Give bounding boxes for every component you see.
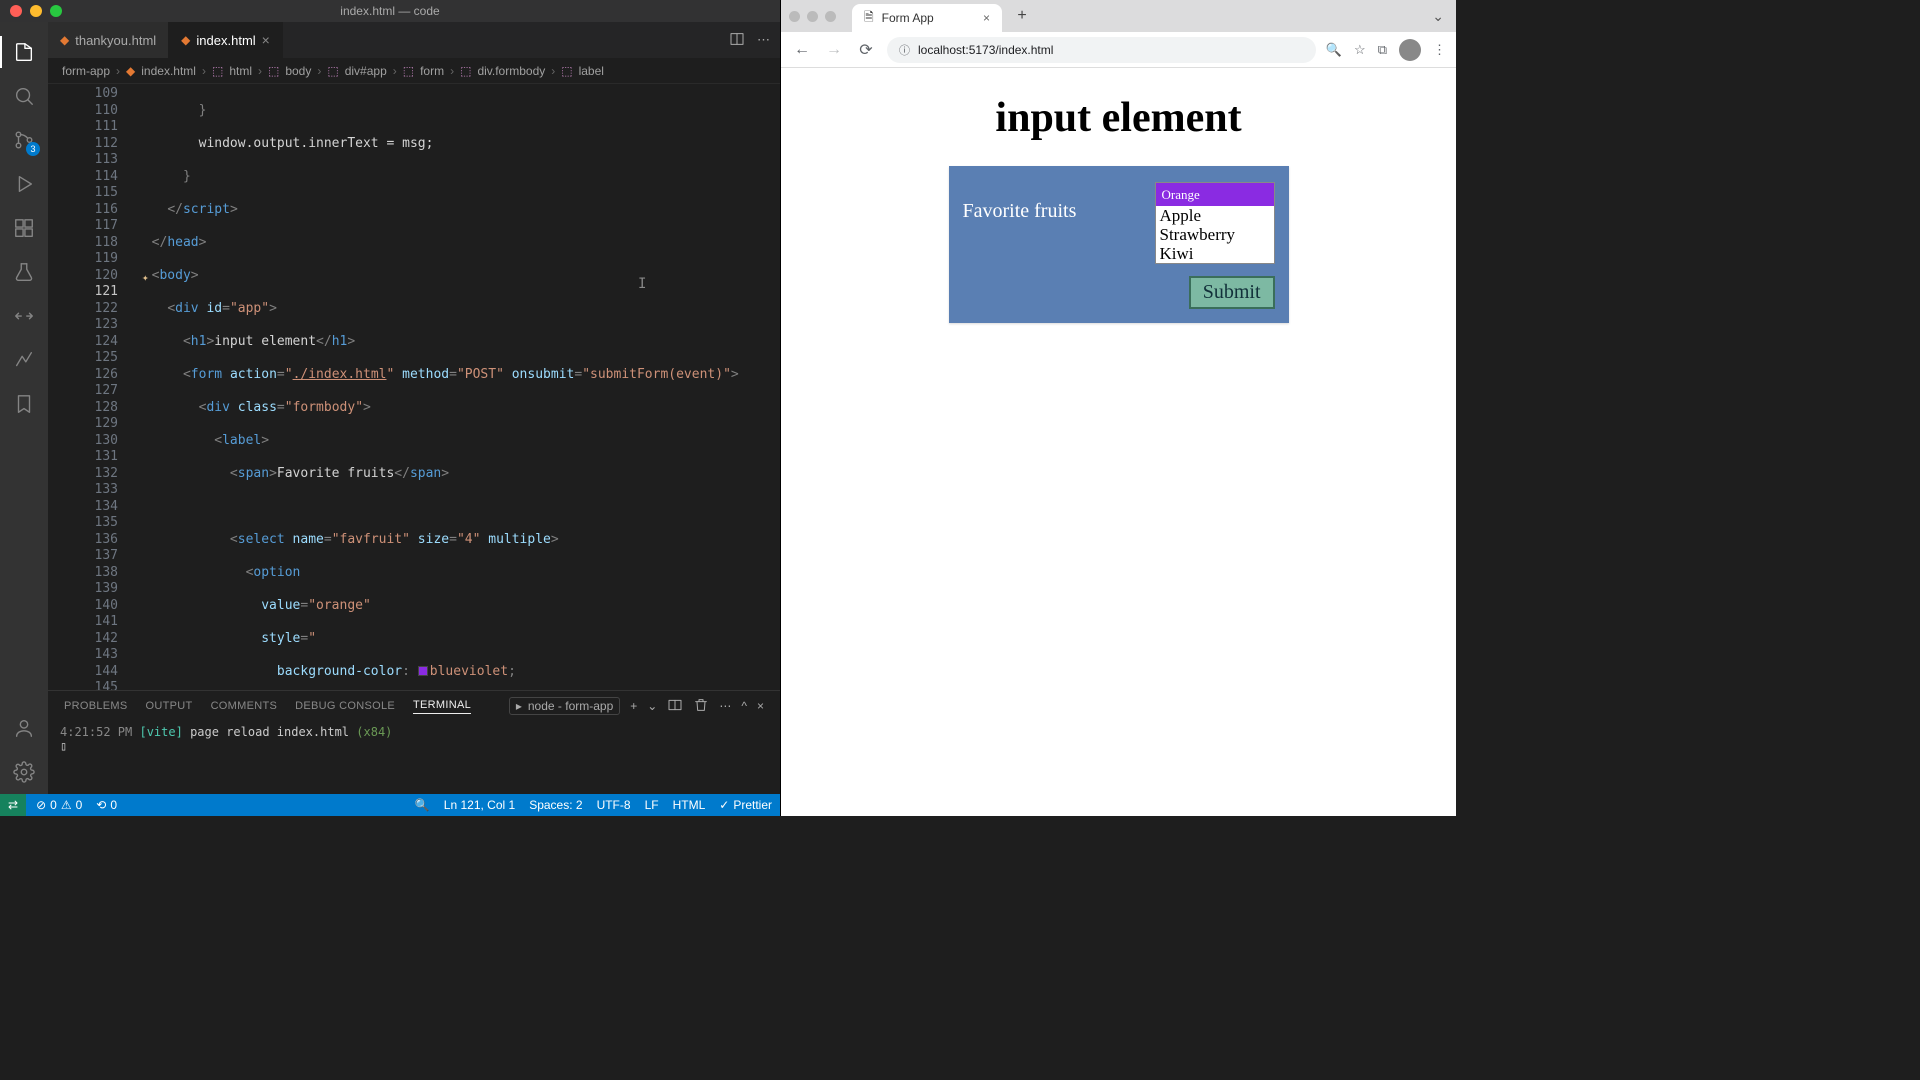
vscode-window: index.html — code 3 (0, 0, 780, 816)
profile-avatar[interactable] (1399, 39, 1421, 61)
tab-title: Form App (882, 11, 934, 25)
window-title: index.html — code (0, 4, 780, 18)
form-card: Favorite fruits Orange Apple Strawberry … (949, 166, 1289, 323)
testing-icon[interactable] (0, 250, 48, 294)
source-control-icon[interactable]: 3 (0, 118, 48, 162)
status-lang[interactable]: HTML (673, 798, 706, 812)
status-cursor[interactable]: Ln 121, Col 1 (444, 798, 515, 812)
fruit-select[interactable]: Orange Apple Strawberry Kiwi (1155, 182, 1275, 264)
form-label: Favorite fruits (963, 182, 1139, 223)
option-strawberry[interactable]: Strawberry (1156, 225, 1274, 244)
titlebar: index.html — code (0, 0, 780, 22)
bottom-panel: PROBLEMS OUTPUT COMMENTS DEBUG CONSOLE T… (48, 690, 780, 794)
rendered-page: input element Favorite fruits Orange App… (781, 68, 1456, 816)
close-tab-icon[interactable]: × (983, 11, 990, 25)
split-editor-icon[interactable] (729, 31, 745, 50)
zoom-icon[interactable]: 🔍 (1326, 42, 1342, 58)
more-icon[interactable]: ⋯ (719, 699, 731, 713)
more-icon[interactable]: ⋯ (757, 32, 770, 48)
line-gutter: 1091101111121131141151161171181191201211… (48, 84, 136, 690)
run-debug-icon[interactable] (0, 162, 48, 206)
tab-thankyou[interactable]: ◆ thankyou.html (48, 22, 169, 58)
status-search-icon[interactable]: 🔍 (415, 798, 430, 812)
tab-index[interactable]: ◆ index.html × (169, 22, 283, 58)
reload-button[interactable]: ⟳ (855, 40, 877, 60)
code-editor[interactable]: 1091101111121131141151161171181191201211… (48, 84, 780, 690)
close-panel-icon[interactable]: × (757, 699, 764, 713)
status-prettier[interactable]: ✓ Prettier (719, 798, 772, 812)
text-cursor-icon: 𝙸 (638, 276, 646, 293)
page-heading: input element (821, 94, 1416, 142)
scm-badge: 3 (26, 142, 40, 156)
browser-toolbar: ← → ⟳ ⓘ localhost:5173/index.html 🔍 ☆ ⧉ … (781, 32, 1456, 68)
expand-tabs-icon[interactable]: ⌄ (1432, 8, 1444, 25)
panel-tab-problems[interactable]: PROBLEMS (64, 700, 128, 712)
copilot-suggest-icon[interactable]: ✦ (142, 270, 149, 287)
option-apple[interactable]: Apple (1156, 206, 1274, 225)
back-button[interactable]: ← (791, 41, 813, 59)
accounts-icon[interactable] (0, 706, 48, 750)
bookmarks-icon[interactable] (0, 382, 48, 426)
new-tab-button[interactable]: + (1010, 4, 1034, 28)
remote-status-icon[interactable]: ⇄ (0, 794, 26, 816)
maximize-panel-icon[interactable]: ^ (741, 699, 747, 713)
traffic-close[interactable] (789, 11, 800, 22)
explorer-icon[interactable] (0, 30, 48, 74)
breadcrumb[interactable]: form-app› ◆index.html› ⬚html› ⬚body› ⬚di… (48, 58, 780, 84)
traffic-minimize[interactable] (807, 11, 818, 22)
option-orange[interactable]: Orange (1156, 183, 1274, 206)
kill-terminal-icon[interactable] (693, 697, 709, 716)
split-terminal-icon[interactable] (667, 697, 683, 716)
settings-gear-icon[interactable] (0, 750, 48, 794)
traffic-minimize[interactable] (30, 5, 42, 17)
panel-tab-debug[interactable]: DEBUG CONSOLE (295, 700, 395, 712)
menu-icon[interactable]: ⋮ (1433, 42, 1446, 58)
new-terminal-icon[interactable]: + (630, 699, 637, 713)
statusbar: ⇄ ⊘ 0 ⚠ 0 ⟲ 0 🔍 Ln 121, Col 1 Spaces: 2 … (0, 794, 780, 816)
remote-icon[interactable] (0, 294, 48, 338)
terminal[interactable]: 4:21:52 PM [vite] page reload index.html… (48, 721, 780, 794)
option-kiwi[interactable]: Kiwi (1156, 244, 1274, 263)
site-info-icon[interactable]: ⓘ (899, 42, 910, 58)
bookmark-icon[interactable]: ☆ (1354, 42, 1366, 58)
browser-window: 🗎 Form App × + ⌄ ← → ⟳ ⓘ localhost:5173/… (780, 0, 1456, 816)
extensions-icon[interactable] (0, 206, 48, 250)
submit-button[interactable]: Submit (1189, 276, 1275, 309)
terminal-dropdown[interactable]: ▸node - form-app (509, 697, 620, 715)
forward-button[interactable]: → (823, 41, 845, 59)
html-file-icon: ◆ (181, 33, 190, 47)
browser-tabstrip: 🗎 Form App × + ⌄ (781, 0, 1456, 32)
url-text: localhost:5173/index.html (918, 43, 1053, 57)
status-ports[interactable]: ⟲ 0 (96, 798, 117, 812)
close-icon[interactable]: × (262, 32, 270, 48)
activity-bar: 3 (0, 22, 48, 794)
editor-tabs: ◆ thankyou.html ◆ index.html × ⋯ (48, 22, 780, 58)
browser-tab[interactable]: 🗎 Form App × (852, 4, 1002, 32)
traffic-zoom[interactable] (825, 11, 836, 22)
traffic-close[interactable] (10, 5, 22, 17)
tab-label: index.html (196, 33, 255, 48)
status-spaces[interactable]: Spaces: 2 (529, 798, 582, 812)
address-bar[interactable]: ⓘ localhost:5173/index.html (887, 37, 1316, 63)
favicon-icon: 🗎 (864, 8, 874, 29)
panel-tab-output[interactable]: OUTPUT (146, 700, 193, 712)
timeline-icon[interactable] (0, 338, 48, 382)
status-encoding[interactable]: UTF-8 (597, 798, 631, 812)
extensions-icon[interactable]: ⧉ (1378, 42, 1387, 58)
panel-tab-comments[interactable]: COMMENTS (211, 700, 278, 712)
status-errors[interactable]: ⊘ 0 ⚠ 0 (36, 798, 82, 812)
tab-label: thankyou.html (75, 33, 156, 48)
search-icon[interactable] (0, 74, 48, 118)
html-file-icon: ◆ (60, 33, 69, 47)
chevron-down-icon[interactable]: ⌄ (647, 699, 657, 713)
status-eol[interactable]: LF (645, 798, 659, 812)
panel-tab-terminal[interactable]: TERMINAL (413, 699, 471, 714)
code-lines[interactable]: } window.output.innerText = msg; } </scr… (136, 84, 780, 690)
traffic-zoom[interactable] (50, 5, 62, 17)
